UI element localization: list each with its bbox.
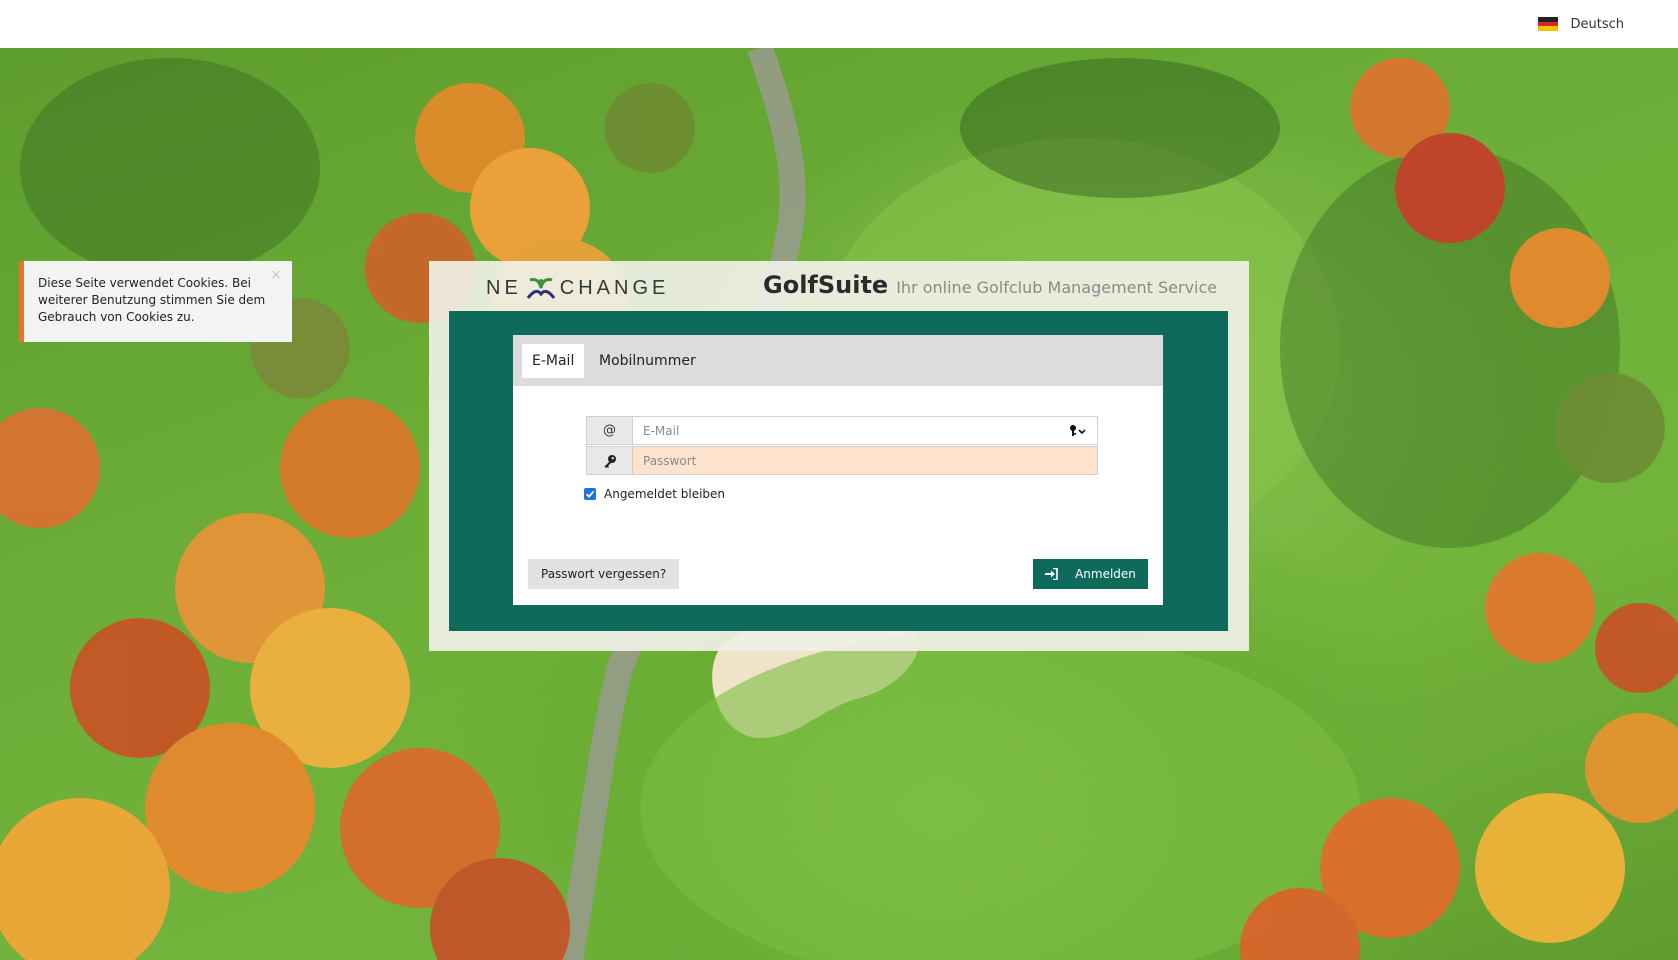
email-input[interactable] bbox=[633, 417, 1097, 444]
email-field: @ bbox=[586, 416, 1098, 445]
logo-text-right: CHANGE bbox=[559, 276, 670, 299]
cookie-notice: Diese Seite verwendet Cookies. Bei weite… bbox=[19, 261, 292, 342]
login-tabs: E-Mail Mobilnummer bbox=[513, 335, 1163, 386]
password-manager-icon[interactable] bbox=[1069, 424, 1087, 438]
password-input[interactable] bbox=[633, 447, 1097, 474]
brand: GolfSuite Ihr online Golfclub Management… bbox=[763, 271, 1217, 299]
logo-figure-icon bbox=[526, 278, 555, 299]
tab-mobile-number[interactable]: Mobilnummer bbox=[589, 344, 706, 378]
cookie-notice-text: Diese Seite verwendet Cookies. Bei weite… bbox=[38, 276, 266, 324]
login-panel: E-Mail Mobilnummer @ E-Mail Angemeldet b… bbox=[449, 311, 1228, 631]
at-sign-icon: @ bbox=[587, 417, 633, 444]
login-form: E-Mail Mobilnummer @ E-Mail Angemeldet b… bbox=[513, 335, 1163, 605]
tab-email[interactable]: E-Mail bbox=[522, 344, 585, 378]
key-icon bbox=[587, 447, 633, 474]
nexchange-logo: NE CHANGE bbox=[486, 276, 669, 300]
password-field bbox=[586, 446, 1098, 475]
brand-tagline: Ihr online Golfclub Management Service bbox=[896, 278, 1218, 297]
forgot-password-button[interactable]: Passwort vergessen? bbox=[528, 559, 680, 589]
login-button-label: Anmelden bbox=[1075, 567, 1136, 581]
sign-in-icon bbox=[1033, 568, 1069, 580]
brand-name: GolfSuite bbox=[763, 271, 889, 299]
login-card: NE CHANGE GolfSuite Ihr online Golfclub … bbox=[429, 261, 1249, 651]
card-header: NE CHANGE GolfSuite Ihr online Golfclub … bbox=[429, 261, 1249, 311]
language-label: Deutsch bbox=[1570, 16, 1624, 32]
remember-checkbox[interactable] bbox=[584, 488, 596, 500]
top-bar: Deutsch bbox=[0, 0, 1678, 48]
flag-de-icon bbox=[1538, 17, 1559, 32]
checkmark-icon bbox=[585, 490, 595, 498]
close-icon[interactable]: × bbox=[270, 267, 282, 284]
login-button[interactable]: Anmelden bbox=[1033, 559, 1148, 589]
language-selector[interactable]: Deutsch bbox=[1538, 14, 1624, 34]
logo-text-left: NE bbox=[486, 276, 522, 299]
remember-me[interactable]: Angemeldet bleiben bbox=[584, 487, 725, 501]
remember-label: Angemeldet bleiben bbox=[604, 487, 726, 501]
